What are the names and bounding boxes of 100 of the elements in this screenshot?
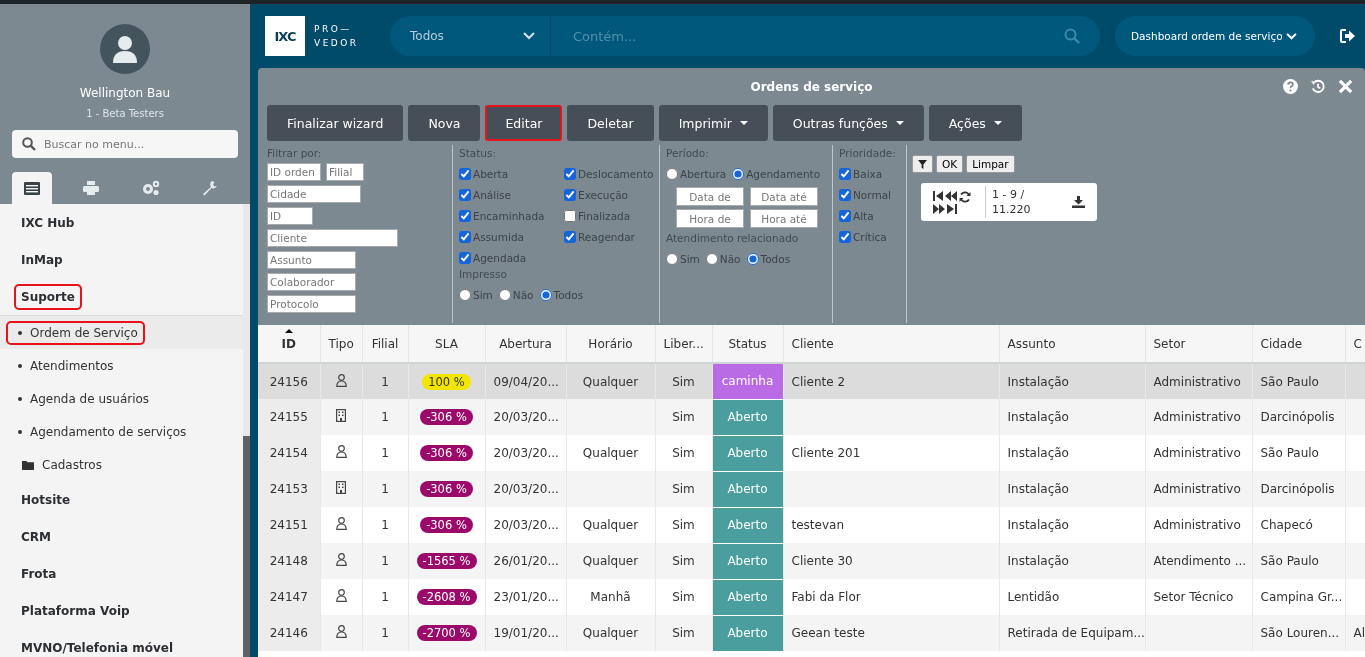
checkbox[interactable]	[459, 188, 471, 201]
person-icon	[335, 445, 347, 458]
radio-button[interactable]	[459, 289, 471, 301]
column-header[interactable]: Liber...	[655, 325, 712, 363]
column-header[interactable]: Setor	[1145, 325, 1252, 363]
filter-field[interactable]: Colaborador	[267, 273, 356, 291]
toolbar-button[interactable]: Imprimir	[658, 105, 768, 141]
checkbox[interactable]	[839, 230, 851, 243]
caret-icon	[993, 121, 1002, 125]
filter-field[interactable]: Protocolo	[267, 295, 356, 313]
status-cell: Aberto	[712, 435, 783, 471]
clear-button[interactable]: Limpar	[966, 155, 1015, 173]
status-cell: Aberto	[712, 543, 783, 579]
menu-item[interactable]: IXC Hub	[14, 209, 82, 236]
column-header[interactable]: Status	[712, 325, 783, 363]
scope-dropdown[interactable]: Todos	[390, 16, 551, 56]
panel-title: Ordens de serviço	[750, 79, 873, 94]
menu-item[interactable]: Hotsite	[14, 486, 78, 513]
submenu-item[interactable]: Cadastros	[6, 452, 109, 477]
logo-text: PRO— VEDOR	[314, 23, 360, 50]
checkbox[interactable]	[564, 167, 576, 180]
bullet-icon	[18, 363, 22, 368]
menu-item[interactable]: InMap	[14, 246, 70, 273]
scrollbar-thumb[interactable]	[243, 436, 250, 657]
checkbox[interactable]	[459, 230, 471, 243]
sidebar-tab[interactable]	[12, 172, 52, 204]
menu-item[interactable]: Suporte	[14, 283, 82, 310]
submenu-item[interactable]: Agenda de usuários	[6, 386, 157, 411]
filter-button[interactable]	[912, 155, 933, 173]
filter-icon	[918, 159, 927, 169]
next-page-icon[interactable]	[933, 203, 945, 214]
history-icon[interactable]	[1310, 79, 1326, 94]
column-header[interactable]: Abertura	[485, 325, 566, 363]
filter-field[interactable]: Cliente	[267, 229, 398, 247]
radio-button[interactable]	[746, 253, 759, 265]
toolbar-button[interactable]: Outras funções	[772, 105, 924, 141]
dashboard-dropdown[interactable]: Dashboard ordem de serviço	[1115, 16, 1315, 56]
filter-heading: Período:	[666, 147, 710, 160]
status-cell: caminha	[712, 363, 783, 399]
checkbox[interactable]	[564, 209, 576, 222]
checkbox[interactable]	[459, 251, 471, 264]
logout-icon[interactable]	[1340, 29, 1356, 43]
logo-mark: IXC	[265, 16, 305, 56]
filter-field[interactable]: Filial	[326, 163, 364, 181]
checkbox[interactable]	[459, 209, 471, 222]
column-header[interactable]: Cliente	[783, 325, 999, 363]
refresh-icon[interactable]	[959, 190, 971, 203]
previous-page-icon[interactable]	[945, 190, 957, 201]
column-header[interactable]: Filial	[362, 325, 408, 363]
column-header[interactable]: ID	[258, 325, 320, 363]
checkbox[interactable]	[459, 167, 471, 180]
search-field[interactable]: Contém...	[551, 16, 1100, 56]
column-header[interactable]: Horário	[566, 325, 655, 363]
radio-button[interactable]	[666, 253, 678, 265]
ok-button[interactable]: OK	[936, 155, 964, 173]
last-page-icon[interactable]	[947, 203, 957, 214]
toolbar-button[interactable]: Ações	[928, 105, 1022, 141]
first-page-icon[interactable]	[933, 190, 943, 201]
submenu-item[interactable]: Ordem de Serviço	[6, 320, 145, 345]
date-field[interactable]: Hora até	[750, 209, 818, 228]
table-cell: Geean teste	[783, 615, 999, 651]
checkbox[interactable]	[839, 167, 851, 180]
submenu-item[interactable]: Atendimentos	[6, 353, 121, 378]
table-cell: Retirada de Equipam...	[999, 615, 1145, 651]
checkbox[interactable]	[564, 188, 576, 201]
column-header[interactable]: SLA	[408, 325, 485, 363]
date-field[interactable]: Hora de	[676, 209, 744, 228]
radio-button[interactable]	[539, 289, 552, 301]
download-icon[interactable]	[1072, 196, 1085, 208]
radio-button[interactable]	[666, 168, 678, 180]
filter-field[interactable]: ID	[267, 207, 313, 225]
menu-search-field[interactable]: Buscar no menu...	[12, 130, 238, 158]
submenu-item[interactable]: Agendamento de serviços	[6, 419, 194, 444]
toolbar-button[interactable]: Nova	[408, 105, 481, 141]
toolbar-button[interactable]: Finalizar wizard	[267, 105, 404, 141]
person-icon	[335, 625, 347, 638]
radio-button[interactable]	[732, 168, 745, 180]
date-field[interactable]: Data de	[676, 187, 744, 206]
filter-field[interactable]: Assunto	[267, 251, 356, 269]
help-icon[interactable]	[1283, 79, 1298, 94]
filter-field[interactable]: ID orden	[267, 163, 321, 181]
checkbox[interactable]	[564, 230, 576, 243]
toolbar-button[interactable]: Deletar	[567, 105, 654, 141]
close-icon[interactable]	[1338, 79, 1353, 94]
checkbox[interactable]	[839, 209, 851, 222]
column-header[interactable]: Cidade	[1252, 325, 1345, 363]
menu-item[interactable]: CRM	[14, 523, 58, 550]
menu-item[interactable]: Frota	[14, 560, 64, 587]
radio-button[interactable]	[705, 253, 718, 265]
filter-field[interactable]: Cidade	[267, 185, 361, 203]
column-header[interactable]: C	[1345, 325, 1365, 363]
radio-button[interactable]	[498, 289, 511, 301]
menu-item[interactable]: Plataforma Voip	[14, 597, 137, 624]
column-header[interactable]: Assunto	[999, 325, 1145, 363]
toolbar-button[interactable]: Editar	[485, 105, 563, 141]
table-cell: 24146	[258, 615, 320, 651]
checkbox[interactable]	[839, 188, 851, 201]
column-header[interactable]: Tipo	[320, 325, 362, 363]
menu-item[interactable]: MVNO/Telefonia móvel	[14, 634, 181, 657]
date-field[interactable]: Data até	[750, 187, 818, 206]
